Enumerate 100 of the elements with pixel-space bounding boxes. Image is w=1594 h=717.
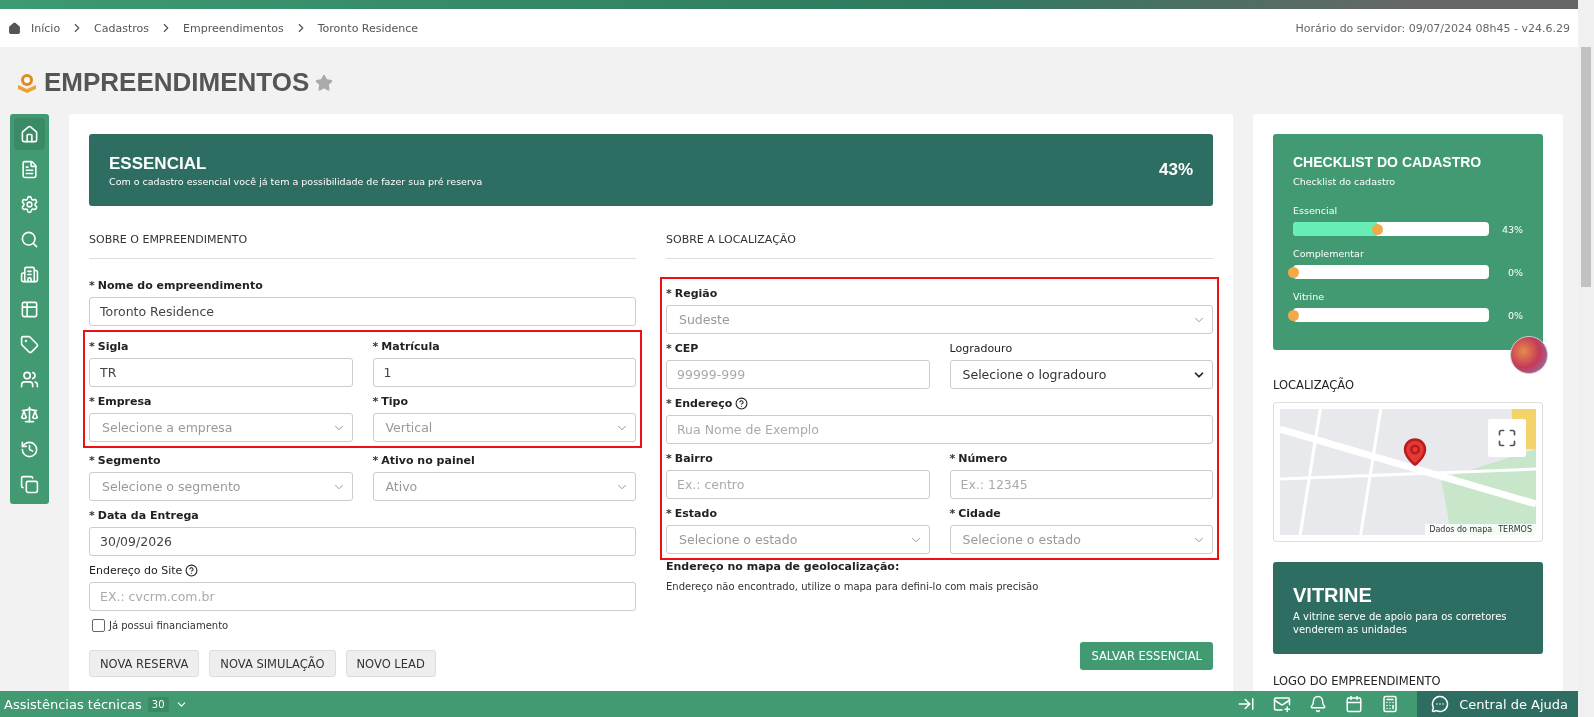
required-asterisk: * (666, 451, 672, 465)
tag-icon (20, 334, 39, 354)
required-asterisk: * (372, 339, 379, 353)
checkbox[interactable] (92, 619, 105, 632)
calculator-icon[interactable] (1381, 695, 1400, 713)
field-label: Estado (674, 506, 717, 520)
text-input[interactable]: Rua Nome de Exemplo (666, 415, 1213, 444)
scale-icon (20, 404, 39, 424)
required-asterisk: * (949, 451, 956, 465)
field-label: Número (958, 451, 1008, 465)
home-icon (8, 21, 21, 35)
text-input[interactable]: Ex.: centro (666, 470, 930, 499)
calendar-icon[interactable] (1345, 695, 1364, 713)
banner-percent: 43% (1158, 160, 1193, 180)
fullscreen-button[interactable] (1488, 419, 1526, 457)
text-input[interactable]: Toronto Residence (89, 297, 636, 326)
page-title: EMPREENDIMENTOS (44, 67, 310, 98)
text-input[interactable]: 99999-999 (666, 360, 930, 389)
terms-link[interactable]: TERMOS (1498, 525, 1532, 534)
geo-note: Endereço não encontrado, utilize o mapa para defini-lo com mais precisão (666, 581, 1040, 592)
breadcrumb-link[interactable]: Início (31, 21, 61, 35)
progress-reading: 43% (1500, 223, 1523, 235)
progress-label: Complementar (1293, 248, 1365, 259)
settings-icon (20, 194, 39, 214)
breadcrumb-link[interactable]: Toronto Residence (317, 21, 419, 35)
arrow-to-line-icon[interactable] (1237, 695, 1256, 713)
checklist-subtitle: Checklist do cadastro (1293, 176, 1397, 187)
field-label: Tipo (381, 394, 408, 408)
text-input[interactable]: 30/09/2026 (89, 527, 636, 556)
envelope-icon[interactable] (1273, 695, 1292, 713)
text-input[interactable]: Ex.: 12345 (949, 470, 1213, 499)
fullscreen-icon (1497, 428, 1517, 448)
text-input[interactable]: 1 (372, 358, 636, 387)
sidebar-button[interactable] (14, 118, 45, 150)
field-label: Matrícula (381, 339, 440, 353)
history-icon (20, 439, 39, 459)
document-icon (20, 159, 39, 179)
field-label: Sigla (97, 339, 129, 353)
text-input[interactable]: EX.: cvcrm.com.br (89, 582, 636, 611)
text-input[interactable]: TR (89, 358, 353, 387)
required-asterisk: * (666, 506, 672, 520)
banner-title: ESSENCIAL (109, 153, 208, 174)
breadcrumb-link[interactable]: Empreendimentos (183, 21, 284, 35)
checklist-title: CHECKLIST DO CADASTRO (1293, 154, 1483, 170)
action-button[interactable]: NOVA SIMULAÇÃO (209, 650, 336, 677)
help-icon[interactable] (185, 563, 199, 577)
field-label: Empresa (97, 394, 152, 408)
required-asterisk: * (949, 506, 956, 520)
field-label: Ativo no painel (381, 453, 475, 467)
field-label: Logradouro (949, 341, 1013, 355)
copy-icon (20, 474, 39, 494)
map-data-link[interactable]: Dados do mapa (1429, 525, 1493, 534)
progress-label: Vitrine (1293, 291, 1326, 302)
required-asterisk: * (89, 508, 95, 522)
home-icon (20, 124, 39, 144)
field-label: Segmento (97, 453, 161, 467)
section-heading: SOBRE A LOCALIZAÇÃO (666, 230, 1213, 259)
field-label: Endereço (674, 396, 733, 410)
scrollbar-thumb[interactable] (1581, 47, 1591, 287)
checkbox-label: Já possui financiamento (109, 620, 229, 631)
select-field[interactable]: Selecione o logradouro (949, 360, 1213, 389)
field-label: CEP (674, 341, 699, 355)
required-asterisk: * (89, 453, 95, 467)
server-time: Horário do servidor: 09/07/2024 08h45 - v24.6.29 (1295, 21, 1570, 35)
required-asterisk: * (372, 394, 379, 408)
help-icon[interactable] (735, 396, 749, 410)
action-button[interactable]: NOVA RESERVA (89, 650, 200, 677)
required-asterisk: * (89, 394, 95, 408)
section-heading: SOBRE O EMPREENDIMENTO (89, 230, 636, 259)
progress-reading: 0% (1506, 266, 1523, 278)
required-asterisk: * (666, 341, 672, 355)
bell-icon[interactable] (1309, 695, 1328, 713)
footer-label: Assistências técnicas (3, 696, 142, 712)
help-center-button[interactable]: Central de Ajuda (1417, 691, 1578, 717)
banner-subtitle: Com o cadastro essencial você já tem a possibilidade de fazer sua pré reserva (109, 175, 483, 187)
field-label: Endereço do Site (89, 563, 183, 577)
field-label: Região (674, 286, 718, 300)
breadcrumb-link[interactable]: Cadastros (94, 21, 150, 35)
progress-label: Essencial (1293, 205, 1339, 216)
progress-reading: 0% (1506, 309, 1523, 321)
action-button[interactable]: NOVO LEAD (345, 650, 436, 677)
vitrine-text: A vitrine serve de apoio para os corretores venderem as unidades (1293, 611, 1508, 636)
logo-heading: LOGO DO EMPREENDIMENTO (1273, 674, 1442, 688)
chat-bubble-icon (1431, 695, 1450, 713)
count-badge: 30 (147, 696, 169, 712)
required-asterisk: * (372, 453, 379, 467)
required-asterisk: * (89, 339, 95, 353)
field-label: Cidade (958, 506, 1001, 520)
vitrine-title: VITRINE (1293, 584, 1373, 607)
field-label: Bairro (674, 451, 713, 465)
building-icon (20, 264, 39, 284)
table-icon (20, 299, 39, 319)
field-label: Data da Entrega (97, 508, 199, 522)
required-asterisk: * (666, 396, 672, 410)
required-asterisk: * (89, 278, 95, 292)
users-icon (20, 369, 39, 389)
field-label: Nome do empreendimento (97, 278, 263, 292)
required-asterisk: * (666, 286, 672, 300)
star-icon[interactable] (315, 73, 334, 92)
geo-title: Endereço no mapa de geolocalização: (666, 560, 901, 573)
